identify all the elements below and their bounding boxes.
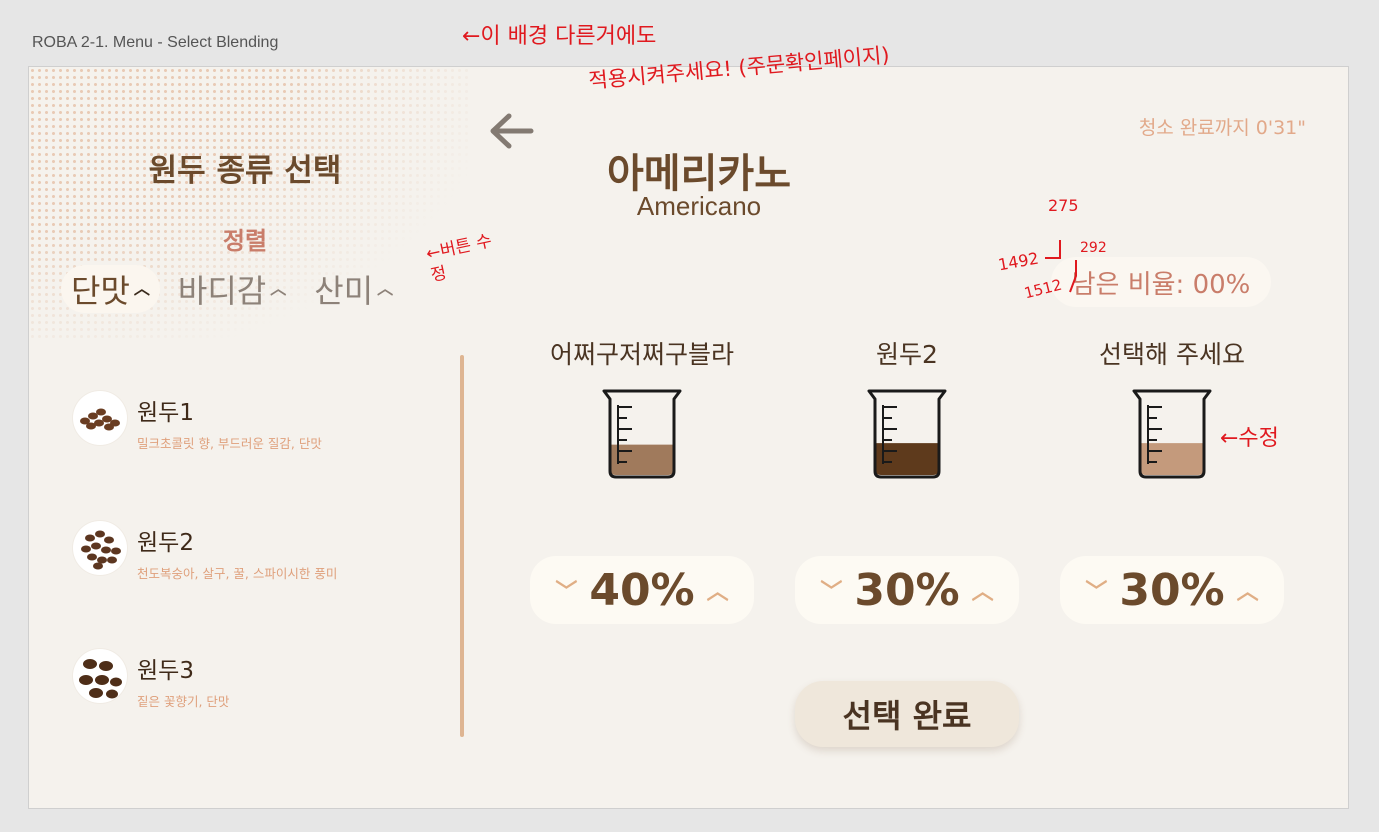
sort-sweetness-button[interactable]: 단맛 ︿: [61, 265, 160, 313]
app-screen: 원두 종류 선택 정렬 단맛 ︿ 바디감 ︿ 산미 ︿ 원두1 밀크초콜릿 향,…: [28, 66, 1349, 809]
blend-bean-name: 선택해 주세요: [1099, 340, 1245, 369]
sort-button-label: 산미: [314, 272, 374, 310]
bean-description: 밀크초콜릿 향, 부드러운 질감, 단맛: [137, 436, 322, 451]
remaining-ratio-badge: 남은 비율: 00%: [1051, 257, 1271, 307]
bean-description: 짙은 꽃향기, 단맛: [137, 694, 230, 709]
coffee-beans-icon: [73, 391, 127, 445]
ratio-stepper-2: ﹀ 30% ︿: [795, 556, 1019, 624]
chevron-up-icon[interactable]: ︿: [970, 574, 996, 606]
sort-acidity-button[interactable]: 산미 ︿: [304, 265, 403, 313]
blend-column-3[interactable]: 선택해 주세요: [1042, 335, 1302, 483]
chevron-down-icon[interactable]: ﹀: [553, 574, 579, 606]
ratio-value: 30%: [1119, 564, 1225, 616]
beaker-icon: [602, 389, 682, 479]
ratio-value: 40%: [589, 564, 695, 616]
chevron-up-icon[interactable]: ︿: [705, 574, 731, 606]
bean-list-item-2[interactable]: 원두2 천도복숭아, 살구, 꿀, 스파이시한 풍미: [73, 521, 337, 582]
ratio-stepper-1: ﹀ 40% ︿: [530, 556, 754, 624]
chevron-down-icon[interactable]: ﹀: [818, 574, 844, 606]
chevron-down-icon[interactable]: ﹀: [1083, 574, 1109, 606]
bean-name: 원두2: [137, 530, 194, 556]
bean-list-item-1[interactable]: 원두1 밀크초콜릿 향, 부드러운 질감, 단맛: [73, 391, 322, 452]
frame-title: ROBA 2-1. Menu - Select Blending: [32, 34, 279, 51]
chevron-up-icon: ︿: [377, 279, 394, 298]
ratio-value: 30%: [854, 564, 960, 616]
blend-column-1[interactable]: 어쩌구저쩌구블라: [512, 335, 772, 483]
beaker-liquid: [1140, 443, 1204, 475]
sort-button-label: 단맛: [71, 272, 130, 310]
sort-label: 정렬: [222, 227, 268, 255]
bean-name: 원두3: [137, 658, 194, 684]
scroll-divider[interactable]: [460, 355, 464, 737]
beaker-liquid: [875, 443, 939, 475]
drink-name-english: Americano: [636, 191, 762, 221]
annotation-background-note: ←이 배경 다른거에도: [462, 24, 657, 49]
beaker-icon: [1132, 389, 1212, 479]
blend-bean-name: 원두2: [876, 340, 938, 369]
confirm-selection-button[interactable]: 선택 완료: [795, 681, 1019, 747]
bean-type-title: 원두 종류 선택: [148, 153, 342, 189]
chevron-up-icon[interactable]: ︿: [1235, 574, 1261, 606]
blend-column-2[interactable]: 원두2: [777, 335, 1037, 483]
blend-bean-name: 어쩌구저쩌구블라: [549, 340, 734, 369]
chevron-up-icon: ︿: [133, 279, 150, 298]
cleaning-timer: 청소 완료까지 0'31": [1138, 117, 1306, 139]
sort-button-label: 바디감: [177, 272, 267, 310]
beaker-liquid: [610, 444, 674, 475]
remaining-ratio-text: 남은 비율: 00%: [1071, 269, 1251, 300]
chevron-up-icon: ︿: [270, 279, 287, 298]
coffee-beans-icon: [73, 521, 127, 575]
sort-body-button[interactable]: 바디감 ︿: [168, 265, 296, 313]
bean-name: 원두1: [137, 400, 194, 426]
coffee-beans-icon: [73, 649, 127, 703]
beaker-icon: [867, 389, 947, 479]
bean-list-item-3[interactable]: 원두3 짙은 꽃향기, 단맛: [73, 649, 229, 710]
sort-buttons: 단맛 ︿ 바디감 ︿ 산미 ︿: [61, 265, 403, 313]
ratio-stepper-3: ﹀ 30% ︿: [1060, 556, 1284, 624]
bean-description: 천도복숭아, 살구, 꿀, 스파이시한 풍미: [137, 566, 338, 581]
